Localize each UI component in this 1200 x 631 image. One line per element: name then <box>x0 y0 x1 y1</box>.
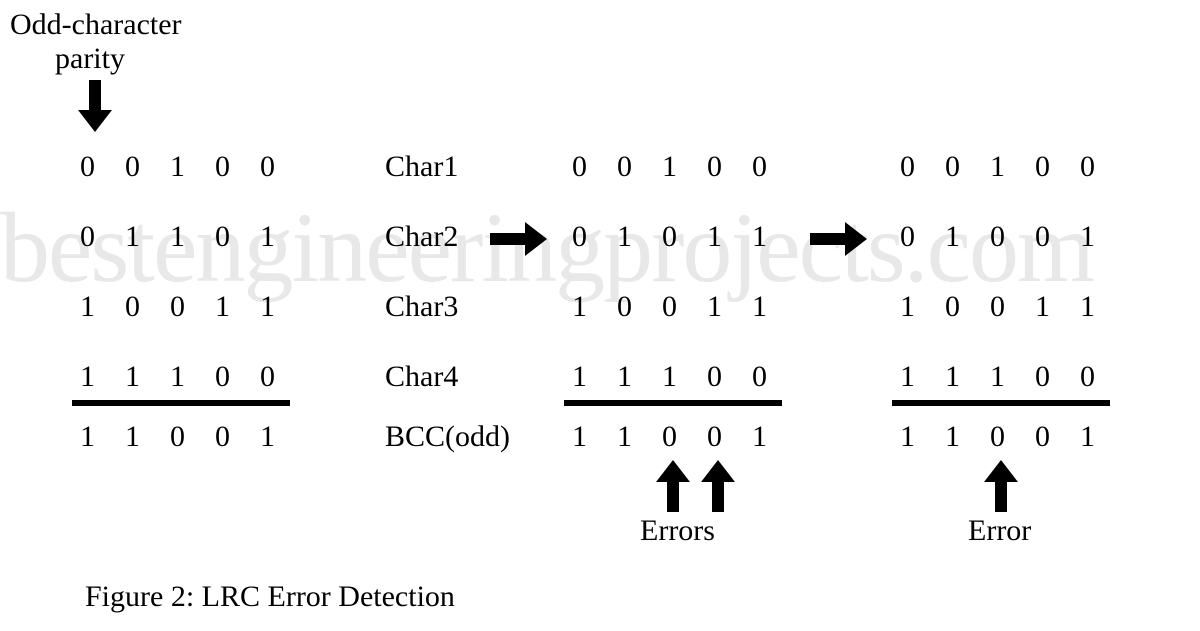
errors-label-b2: Errors <box>640 514 715 548</box>
b2-r3-c0: 1 <box>572 360 612 394</box>
block3-rule <box>892 400 1110 406</box>
b2-r1-c1: 1 <box>617 220 657 254</box>
block1-rule <box>72 400 290 406</box>
figure-caption: Figure 2: LRC Error Detection <box>85 580 455 614</box>
b1-r3-c1: 1 <box>125 360 165 394</box>
b3-r2-c1: 0 <box>945 290 985 324</box>
b1-r1-c2: 1 <box>170 220 210 254</box>
b3-r4-c1: 1 <box>945 420 985 454</box>
row-label-char1: Char1 <box>385 150 458 184</box>
b2-r2-c2: 0 <box>662 290 702 324</box>
error-arrow-b2-2-icon <box>701 460 735 512</box>
b2-r4-c1: 1 <box>617 420 657 454</box>
b1-r0-c2: 1 <box>170 150 210 184</box>
b2-r1-c3: 1 <box>707 220 747 254</box>
b1-r4-c2: 0 <box>170 420 210 454</box>
b1-r2-c0: 1 <box>80 290 120 324</box>
b2-r1-c4: 1 <box>752 220 792 254</box>
b2-r0-c1: 0 <box>617 150 657 184</box>
b3-r3-c2: 1 <box>990 360 1030 394</box>
error-arrow-b2-1-icon <box>656 460 690 512</box>
b3-r4-c4: 1 <box>1080 420 1120 454</box>
b2-r2-c3: 1 <box>707 290 747 324</box>
b2-r1-c2: 0 <box>662 220 702 254</box>
parity-label-line2: parity <box>55 42 125 76</box>
b3-r1-c0: 0 <box>900 220 940 254</box>
b1-r4-c4: 1 <box>260 420 300 454</box>
b1-r3-c4: 0 <box>260 360 300 394</box>
b2-r4-c3: 0 <box>707 420 747 454</box>
b1-r1-c0: 0 <box>80 220 120 254</box>
b3-r1-c1: 1 <box>945 220 985 254</box>
b2-r0-c0: 0 <box>572 150 612 184</box>
block2-rule <box>564 400 782 406</box>
b2-r2-c4: 1 <box>752 290 792 324</box>
b3-r1-c2: 0 <box>990 220 1030 254</box>
error-arrow-b3-icon <box>984 460 1018 512</box>
b1-r4-c0: 1 <box>80 420 120 454</box>
b1-r3-c3: 0 <box>215 360 255 394</box>
row-label-char3: Char3 <box>385 290 458 324</box>
b2-r0-c2: 1 <box>662 150 702 184</box>
b2-r3-c4: 0 <box>752 360 792 394</box>
parity-arrow-icon <box>78 80 112 132</box>
b1-r0-c3: 0 <box>215 150 255 184</box>
b2-r3-c3: 0 <box>707 360 747 394</box>
error-label-b3: Error <box>968 514 1031 548</box>
b2-r4-c0: 1 <box>572 420 612 454</box>
b3-r3-c0: 1 <box>900 360 940 394</box>
b3-r3-c4: 0 <box>1080 360 1120 394</box>
b3-r0-c1: 0 <box>945 150 985 184</box>
parity-label-line1: Odd-character <box>10 8 182 42</box>
b3-r4-c3: 0 <box>1035 420 1075 454</box>
b1-r1-c1: 1 <box>125 220 165 254</box>
b2-r3-c1: 1 <box>617 360 657 394</box>
b2-r3-c2: 1 <box>662 360 702 394</box>
b3-r1-c3: 0 <box>1035 220 1075 254</box>
b1-r1-c4: 1 <box>260 220 300 254</box>
b2-r0-c3: 0 <box>707 150 747 184</box>
b3-r2-c2: 0 <box>990 290 1030 324</box>
b2-r4-c4: 1 <box>752 420 792 454</box>
b3-r2-c4: 1 <box>1080 290 1120 324</box>
row-label-char4: Char4 <box>385 360 458 394</box>
b3-r3-c1: 1 <box>945 360 985 394</box>
b3-r0-c2: 1 <box>990 150 1030 184</box>
arrow-right-2-icon <box>810 222 867 256</box>
b2-r1-c0: 0 <box>572 220 612 254</box>
b1-r0-c1: 0 <box>125 150 165 184</box>
b2-r2-c1: 0 <box>617 290 657 324</box>
b3-r4-c0: 1 <box>900 420 940 454</box>
b2-r0-c4: 0 <box>752 150 792 184</box>
b3-r0-c3: 0 <box>1035 150 1075 184</box>
b1-r2-c1: 0 <box>125 290 165 324</box>
b1-r3-c0: 1 <box>80 360 120 394</box>
b3-r3-c3: 0 <box>1035 360 1075 394</box>
row-label-char2: Char2 <box>385 220 458 254</box>
b2-r4-c2: 0 <box>662 420 702 454</box>
b1-r4-c1: 1 <box>125 420 165 454</box>
b3-r2-c0: 1 <box>900 290 940 324</box>
b1-r2-c3: 1 <box>215 290 255 324</box>
b1-r3-c2: 1 <box>170 360 210 394</box>
b3-r2-c3: 1 <box>1035 290 1075 324</box>
row-label-bcc: BCC(odd) <box>385 420 510 454</box>
arrow-right-1-icon <box>490 222 547 256</box>
b1-r4-c3: 0 <box>215 420 255 454</box>
b1-r2-c4: 1 <box>260 290 300 324</box>
b1-r0-c0: 0 <box>80 150 120 184</box>
b3-r0-c0: 0 <box>900 150 940 184</box>
b2-r2-c0: 1 <box>572 290 612 324</box>
b1-r2-c2: 0 <box>170 290 210 324</box>
b3-r1-c4: 1 <box>1080 220 1120 254</box>
b3-r0-c4: 0 <box>1080 150 1120 184</box>
b1-r1-c3: 0 <box>215 220 255 254</box>
b1-r0-c4: 0 <box>260 150 300 184</box>
b3-r4-c2: 0 <box>990 420 1030 454</box>
